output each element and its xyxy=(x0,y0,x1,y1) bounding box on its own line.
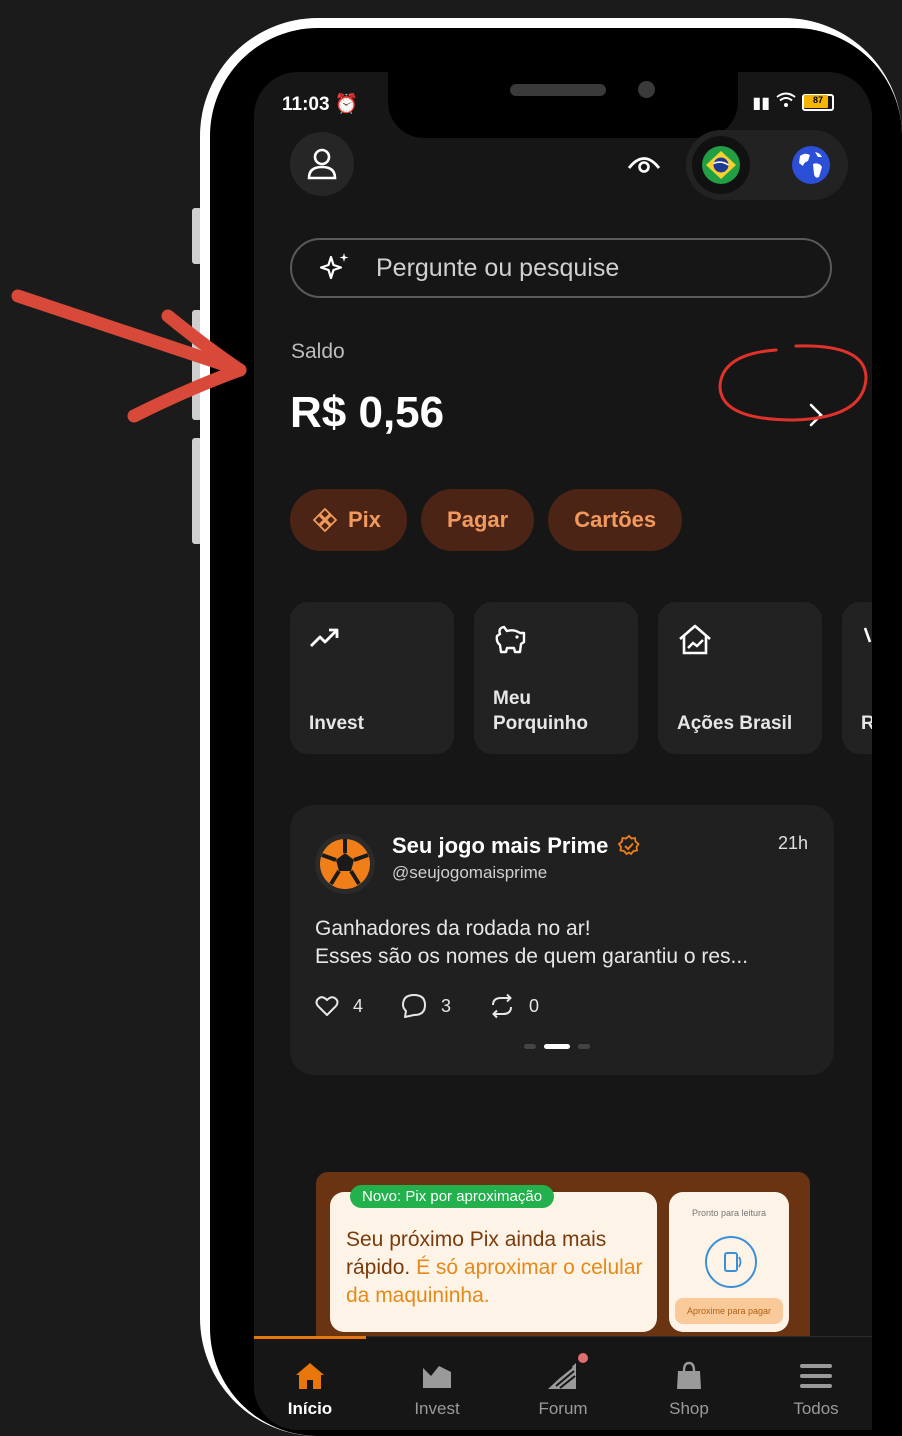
shopping-bag-icon xyxy=(675,1359,703,1393)
pix-label: Pix xyxy=(348,507,382,532)
pix-icon xyxy=(312,507,338,533)
post-text-line: Esses são os nomes de quem garantiu o re… xyxy=(315,945,749,968)
tab-invest[interactable]: Invest xyxy=(377,1337,497,1430)
piggy-bank-icon xyxy=(495,625,526,654)
shortcut-label: Meu Porquinho xyxy=(493,688,588,734)
forum-icon xyxy=(546,1353,588,1393)
repost-button[interactable]: 0 xyxy=(489,993,539,1019)
pagar-button[interactable]: Pagar xyxy=(421,489,535,551)
tab-label: Shop xyxy=(669,1399,709,1418)
partial-icon xyxy=(863,627,872,643)
hide-balance-button[interactable] xyxy=(624,144,664,184)
tab-todos[interactable]: Todos xyxy=(756,1337,872,1430)
signal-icon: ▮▮ xyxy=(752,94,770,112)
comment-count: 3 xyxy=(441,995,452,1016)
shortcut-invest[interactable]: Invest xyxy=(290,602,454,754)
quick-actions: Pix Pagar Cartões xyxy=(290,489,683,551)
shortcut-label: Invest xyxy=(309,713,364,734)
comment-button[interactable]: 3 xyxy=(401,993,451,1019)
annotation-circle xyxy=(718,344,868,422)
heart-icon xyxy=(315,996,339,1016)
wifi-icon xyxy=(776,92,796,113)
verified-badge-icon xyxy=(618,835,641,856)
chart-icon xyxy=(421,1359,453,1393)
shortcut-acoes-brasil[interactable]: Ações Brasil xyxy=(658,602,822,754)
globe-icon xyxy=(792,146,830,184)
front-camera xyxy=(638,81,655,98)
cartoes-label: Cartões xyxy=(574,507,657,532)
eye-icon xyxy=(627,157,661,173)
home-icon xyxy=(294,1359,326,1393)
promo-badge: Novo: Pix por aproximação xyxy=(350,1185,555,1208)
annotation-arrow xyxy=(11,289,247,423)
post-author-name: Seu jogo mais Prime xyxy=(392,833,609,858)
status-icons: ▮▮ 87 xyxy=(752,92,834,113)
battery-level: 87 xyxy=(812,95,823,105)
carousel-indicator xyxy=(524,1044,590,1049)
phone-frame: 11:03 ⏰ ▮▮ 87 Pergunte ou pesquise Saldo… xyxy=(200,18,902,1436)
notification-dot xyxy=(578,1353,588,1363)
shortcut-label: Ações Brasil xyxy=(677,713,793,734)
tab-label: Todos xyxy=(793,1399,839,1418)
like-button[interactable]: 4 xyxy=(315,995,363,1017)
nfc-phone-icon xyxy=(705,1236,757,1288)
feed-post-card[interactable]: Seu jogo mais Prime @seujogomaisprime 21… xyxy=(290,805,834,1075)
tab-label: Início xyxy=(287,1399,333,1418)
carousel-dot[interactable] xyxy=(578,1044,590,1049)
soccer-ball-avatar xyxy=(315,834,375,894)
carousel-dot[interactable] xyxy=(524,1044,536,1049)
sparkle-icon xyxy=(318,251,352,285)
brazil-flag-icon xyxy=(702,146,740,184)
balance-value: R$ 0,56 xyxy=(290,388,445,437)
speaker-grille xyxy=(510,84,606,96)
promo-side-button: Aproxime para pagar xyxy=(675,1298,783,1324)
like-count: 4 xyxy=(353,995,364,1016)
tab-forum[interactable]: Forum xyxy=(503,1337,623,1430)
post-handle: @seujogomaisprime xyxy=(392,863,548,882)
bottom-tab-bar: Início Invest Forum Shop Todos xyxy=(254,1336,872,1430)
tab-label: Forum xyxy=(538,1399,588,1418)
cartoes-button[interactable]: Cartões xyxy=(548,489,683,551)
promo-side-card: Pronto para leitura Aproxime para pagar xyxy=(669,1192,789,1332)
user-icon xyxy=(307,148,337,180)
home-chart-icon xyxy=(679,624,711,655)
promo-text: Seu próximo Pix ainda mais rápido. É só … xyxy=(346,1226,657,1310)
search-bar[interactable] xyxy=(290,238,832,298)
promo-side-title: Pronto para leitura xyxy=(691,1208,767,1218)
pagar-label: Pagar xyxy=(447,507,509,532)
shortcut-porquinho[interactable]: Meu Porquinho xyxy=(474,602,638,754)
status-time: 11:03 ⏰ xyxy=(282,94,359,115)
shortcut-label: R xyxy=(861,713,872,734)
post-actions: 4 3 0 xyxy=(315,993,577,1019)
tab-shop[interactable]: Shop xyxy=(629,1337,749,1430)
pix-button[interactable]: Pix xyxy=(290,489,408,551)
profile-button[interactable] xyxy=(290,132,354,196)
tab-inicio[interactable]: Início xyxy=(254,1337,370,1430)
post-author[interactable]: Seu jogo mais Prime xyxy=(392,833,641,859)
alarm-icon: ⏰ xyxy=(334,94,359,115)
phone-bezel: 11:03 ⏰ ▮▮ 87 Pergunte ou pesquise Saldo… xyxy=(210,28,902,1436)
comment-icon xyxy=(402,994,427,1018)
app-screen: 11:03 ⏰ ▮▮ 87 Pergunte ou pesquise Saldo… xyxy=(254,72,872,1430)
tab-label: Invest xyxy=(414,1399,460,1418)
battery-icon: 87 xyxy=(802,94,834,111)
carousel-dot-active[interactable] xyxy=(544,1044,570,1049)
post-time: 21h xyxy=(777,833,808,853)
repost-count: 0 xyxy=(529,995,540,1016)
balance-label: Saldo xyxy=(291,340,345,363)
promo-card: Novo: Pix por aproximação Seu próximo Pi… xyxy=(330,1185,657,1332)
account-switcher xyxy=(686,130,848,200)
repost-icon xyxy=(492,993,513,1019)
camera-notch xyxy=(388,72,738,138)
post-text-line: Ganhadores da rodada no ar! xyxy=(315,917,591,940)
menu-icon xyxy=(800,1359,832,1393)
search-input[interactable] xyxy=(374,252,798,284)
shortcut-cards: Invest Meu Porquinho Ações Brasil R xyxy=(290,602,872,754)
brazil-account-button[interactable] xyxy=(692,136,750,194)
shortcut-partial[interactable]: R xyxy=(842,602,872,754)
trending-up-icon xyxy=(310,628,339,647)
global-account-button[interactable] xyxy=(782,136,840,194)
